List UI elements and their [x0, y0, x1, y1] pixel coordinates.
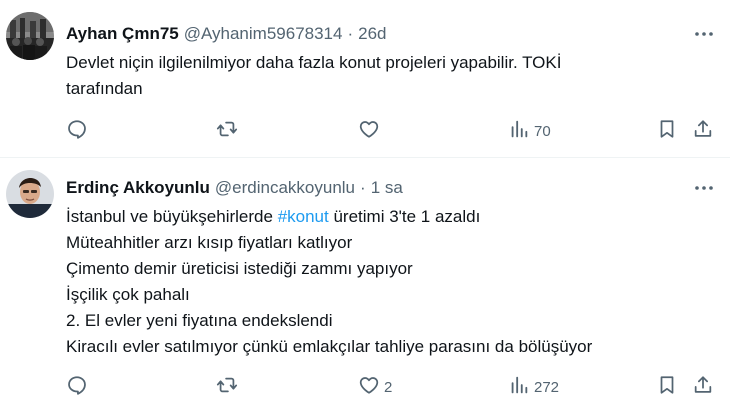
retweet-icon	[216, 374, 238, 400]
retweet-button[interactable]	[216, 374, 242, 400]
like-icon	[358, 118, 380, 144]
tweet[interactable]: Erdinç Akkoyunlu @erdincakkoyunlu · 1 sa…	[0, 158, 730, 420]
avatar[interactable]	[6, 12, 54, 60]
like-button[interactable]	[358, 118, 384, 144]
more-icon[interactable]	[692, 176, 716, 200]
like-button[interactable]: 2	[358, 374, 392, 400]
like-count: 2	[384, 378, 393, 396]
text-segment: üretimi 3'te 1 azaldı	[328, 207, 481, 226]
tweet-text-line: İşçilik çok pahalı	[66, 285, 190, 304]
tweet-text-line: Devlet niçin ilgilenilmiyor daha fazla k…	[66, 53, 562, 72]
bookmark-icon	[656, 374, 678, 400]
bookmark-button[interactable]	[656, 374, 678, 400]
tweet-header: Erdinç Akkoyunlu @erdincakkoyunlu · 1 sa	[66, 176, 720, 200]
tweet-text-line: tarafından	[66, 79, 143, 98]
tweet-actions: 70	[66, 118, 730, 144]
share-button[interactable]	[692, 374, 714, 400]
display-name[interactable]: Erdinç Akkoyunlu	[66, 178, 210, 198]
hashtag-link[interactable]: #konut	[278, 207, 329, 226]
tweet-text-line: İstanbul ve büyükşehirlerde #konut üreti…	[66, 204, 690, 230]
share-icon	[692, 118, 714, 144]
views-count: 272	[534, 378, 560, 396]
more-icon[interactable]	[692, 22, 716, 46]
reply-button[interactable]	[66, 374, 92, 400]
bookmark-icon	[656, 118, 678, 144]
separator-dot: ·	[360, 178, 366, 197]
user-handle[interactable]: @Ayhanim59678314	[184, 24, 343, 44]
display-name[interactable]: Ayhan Çmn75	[66, 24, 179, 44]
share-button[interactable]	[692, 118, 714, 144]
timestamp[interactable]: 1 sa	[371, 178, 403, 198]
views-count: 70	[534, 122, 551, 140]
text-segment: İstanbul ve büyükşehirlerde	[66, 207, 278, 226]
tweet-text-line: 2. El evler yeni fiyatına endekslendi	[66, 311, 333, 330]
bookmark-button[interactable]	[656, 118, 678, 144]
user-handle[interactable]: @erdincakkoyunlu	[215, 178, 355, 198]
like-icon	[358, 374, 380, 400]
reply-icon	[66, 374, 88, 400]
tweet-header: Ayhan Çmn75 @Ayhanim59678314 · 26d	[66, 22, 720, 46]
tweet-text: İstanbul ve büyükşehirlerde #konut üreti…	[66, 204, 690, 360]
separator-dot: ·	[347, 24, 354, 43]
views-icon	[508, 118, 530, 144]
tweet-text-line: Kiracılı evler satılmıyor çünkü emlakçıl…	[66, 337, 593, 356]
reply-button[interactable]	[66, 118, 92, 144]
share-icon	[692, 374, 714, 400]
timestamp[interactable]: 26d	[358, 24, 386, 44]
reply-icon	[66, 118, 88, 144]
retweet-button[interactable]	[216, 118, 242, 144]
tweet[interactable]: Ayhan Çmn75 @Ayhanim59678314 · 26d Devle…	[0, 0, 730, 158]
tweet-text-line: Müteahhitler arzı kısıp fiyatları katlıy…	[66, 233, 353, 252]
timeline-feed: Ayhan Çmn75 @Ayhanim59678314 · 26d Devle…	[0, 0, 730, 420]
tweet-text: Devlet niçin ilgilenilmiyor daha fazla k…	[66, 50, 690, 102]
views-button[interactable]: 272	[508, 374, 559, 400]
views-button[interactable]: 70	[508, 118, 551, 144]
tweet-text-line: Çimento demir üreticisi istediği zammı y…	[66, 259, 413, 278]
views-icon	[508, 374, 530, 400]
tweet-actions: 2 272	[66, 374, 730, 400]
retweet-icon	[216, 118, 238, 144]
avatar[interactable]	[6, 170, 54, 218]
